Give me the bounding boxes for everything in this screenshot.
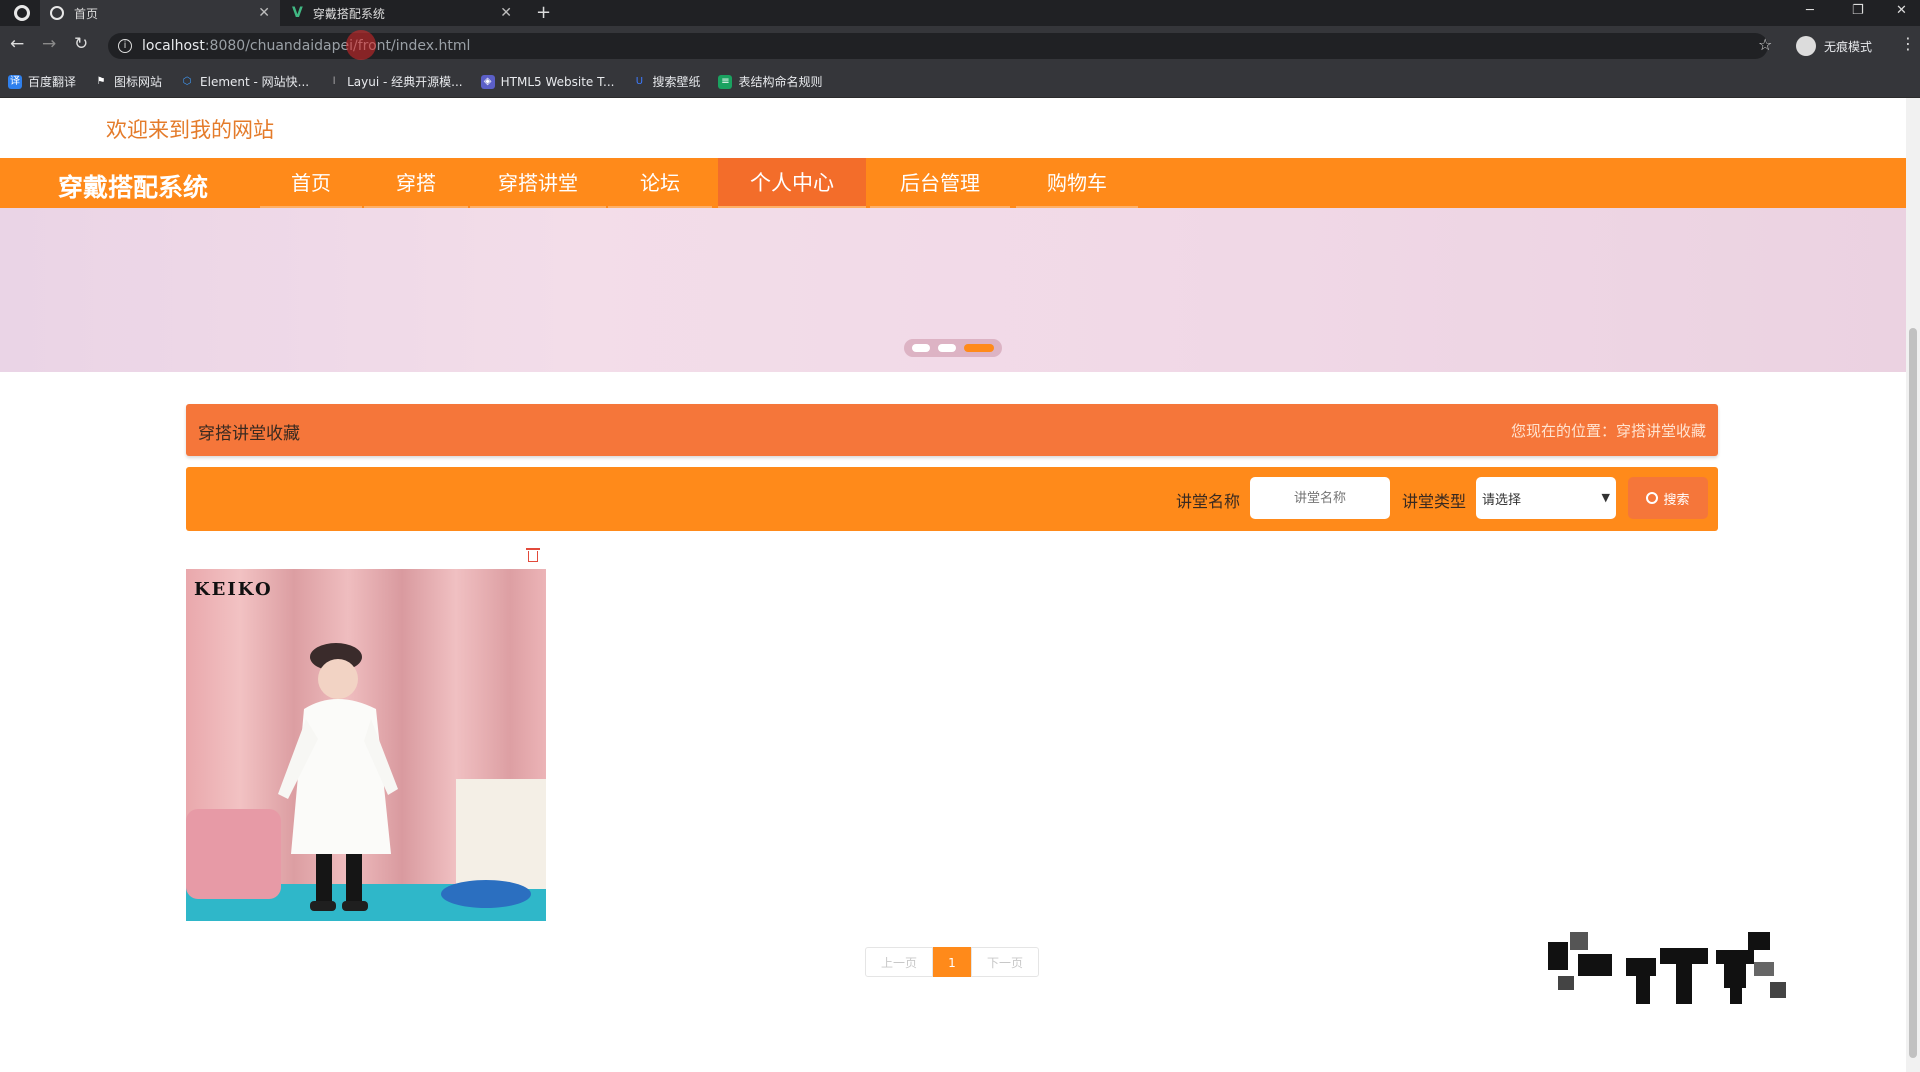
bookmark-item[interactable]: 译百度翻译 (8, 73, 76, 90)
wallpaper-icon: U (635, 75, 644, 87)
vue-logo-icon: V (292, 5, 303, 21)
banner-carousel (0, 208, 1906, 372)
nav-home[interactable]: 首页 (260, 158, 362, 208)
lecture-type-select[interactable]: 请选择 ▼ (1476, 477, 1616, 519)
section-header: 穿搭讲堂收藏 您现在的位置：穿搭讲堂收藏 (186, 404, 1718, 456)
sheet-icon: ≡ (718, 74, 733, 89)
breadcrumb: 您现在的位置：穿搭讲堂收藏 (1510, 422, 1706, 440)
bookmark-label: Element - 网站快... (200, 75, 310, 89)
window-close-icon[interactable]: ✕ (1896, 3, 1907, 18)
browser-tab-strip: 首页 ✕ V 穿戴搭配系统 ✕ + ─ ❐ ✕ (0, 0, 1920, 26)
bookmark-label: 表结构命名规则 (738, 75, 823, 89)
carousel-dot-active[interactable] (964, 344, 994, 352)
carousel-dot[interactable] (938, 344, 956, 352)
fashion-photo (186, 569, 546, 921)
bookmarks-bar: 译百度翻译 ⚑ 图标网站 ⬡ Element - 网站快... l Layui - 经… (0, 66, 1920, 98)
bookmark-label: 图标网站 (114, 75, 163, 89)
restore-icon[interactable]: ❐ (1852, 3, 1864, 18)
nav-cart[interactable]: 购物车 (1016, 158, 1138, 208)
nav-admin[interactable]: 后台管理 (870, 158, 1010, 208)
next-page-button[interactable]: 下一页 (971, 947, 1039, 977)
nav-personal-center[interactable]: 个人中心 (718, 158, 866, 208)
pagination: 上一页 1 下一页 (865, 947, 1039, 977)
page-number-current[interactable]: 1 (933, 947, 971, 977)
profile-label: 无痕模式 (1824, 39, 1873, 54)
address-toolbar: ← → ↻ i localhost :8080/chuandaidapei/fr… (0, 26, 1920, 66)
html5-site-icon: ◈ (480, 74, 495, 89)
select-value: 请选择 (1482, 492, 1522, 508)
close-icon[interactable]: ✕ (258, 5, 270, 21)
lecture-name-label: 讲堂名称 (1176, 492, 1241, 511)
browser-tab-title: 穿戴搭配系统 (312, 6, 385, 21)
incognito-profile-button[interactable]: 无痕模式 (1796, 36, 1872, 56)
scrollbar-thumb[interactable] (1909, 328, 1917, 1058)
bookmark-label: HTML5 Website T... (500, 74, 615, 89)
bookmark-item[interactable]: ≡ 表结构命名规则 (718, 73, 822, 90)
url-path: :8080/chuandaidapei/front/index.html (204, 38, 471, 54)
watermark-code (1548, 932, 1812, 1004)
lecture-name-input[interactable] (1250, 477, 1390, 519)
bookmark-item[interactable]: ⚑ 图标网站 (94, 73, 163, 90)
search-icon (1646, 492, 1659, 504)
search-bar: 讲堂名称 讲堂类型 请选择 ▼ 搜索 (186, 467, 1718, 531)
page-scrollbar[interactable] (1906, 98, 1920, 1072)
bookmark-item[interactable]: l Layui - 经典开源模... (327, 73, 463, 90)
search-button-label: 搜索 (1663, 492, 1690, 508)
website-viewport: 欢迎来到我的网站 穿戴搭配系统 首页 穿搭 穿搭讲堂 论坛 个人中心 后台管理 … (0, 98, 1906, 1072)
flag-icon: ⚑ (96, 75, 106, 87)
nav-outfits[interactable]: 穿搭 (364, 158, 468, 208)
incognito-icon (1796, 36, 1816, 56)
carousel-dot[interactable] (912, 344, 930, 352)
info-icon[interactable]: i (118, 39, 132, 53)
brand-logo: KEIKO (194, 579, 273, 600)
url-host: localhost (142, 38, 205, 54)
layui-logo-icon: l (332, 75, 336, 87)
forward-icon[interactable]: → (42, 34, 56, 54)
site-logo[interactable]: 穿戴搭配系统 (58, 168, 208, 204)
mouse-cursor-highlight (346, 30, 376, 60)
browser-tab-home[interactable]: 首页 ✕ (40, 0, 280, 26)
nav-outfit-lectures[interactable]: 穿搭讲堂 (470, 158, 606, 208)
bookmark-item[interactable]: ◈ HTML5 Website T... (480, 74, 615, 89)
reload-icon[interactable]: ↻ (74, 34, 88, 54)
lecture-type-label: 讲堂类型 (1402, 492, 1467, 511)
delete-icon[interactable] (526, 548, 540, 562)
nav-forum[interactable]: 论坛 (608, 158, 712, 208)
bookmark-item[interactable]: U 搜索壁纸 (632, 73, 701, 90)
bookmark-label: 百度翻译 (28, 75, 77, 89)
browser-menu-icon[interactable]: ⋮ (1900, 34, 1916, 53)
browser-logo-icon (14, 5, 30, 21)
page-title: 穿搭讲堂收藏 (198, 424, 300, 444)
browser-tab-system[interactable]: V 穿戴搭配系统 ✕ (282, 0, 522, 26)
back-icon[interactable]: ← (10, 34, 24, 54)
globe-icon (50, 6, 64, 20)
bookmark-label: Layui - 经典开源模... (347, 75, 463, 89)
prev-page-button[interactable]: 上一页 (865, 947, 933, 977)
bookmark-item[interactable]: ⬡ Element - 网站快... (180, 73, 309, 90)
bookmark-label: 搜索壁纸 (652, 75, 701, 89)
main-nav: 穿戴搭配系统 首页 穿搭 穿搭讲堂 论坛 个人中心 后台管理 购物车 (0, 158, 1906, 208)
bookmark-star-icon[interactable]: ☆ (1758, 35, 1772, 54)
welcome-text: 欢迎来到我的网站 (106, 118, 274, 142)
favorite-lecture-image[interactable]: KEIKO (186, 569, 546, 921)
close-icon[interactable]: ✕ (500, 5, 512, 21)
chevron-down-icon: ▼ (1601, 491, 1610, 504)
search-button[interactable]: 搜索 (1628, 477, 1708, 519)
new-tab-icon[interactable]: + (536, 2, 551, 23)
carousel-indicators (904, 339, 1002, 357)
minimize-icon[interactable]: ─ (1806, 3, 1814, 18)
translate-icon: 译 (8, 74, 22, 89)
browser-tab-title: 首页 (74, 6, 99, 21)
element-logo-icon: ⬡ (182, 75, 192, 87)
